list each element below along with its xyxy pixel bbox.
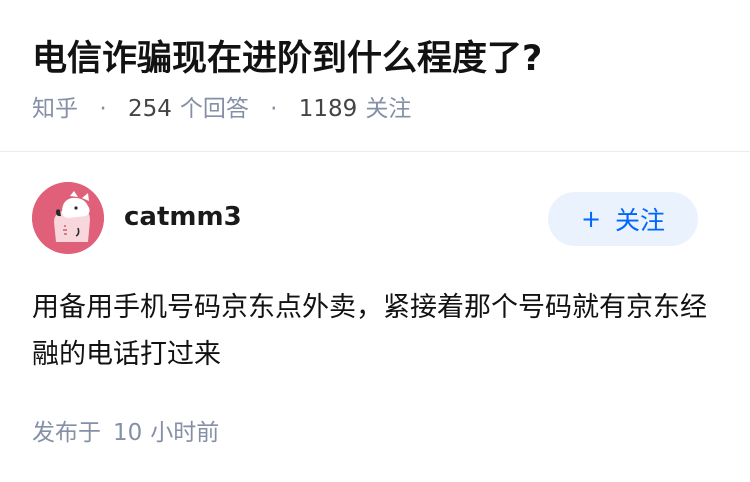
follower-count: 1189: [298, 96, 358, 122]
question-meta: 知乎 · 254 个回答 · 1189 关注: [32, 92, 411, 126]
answer-card: catmm3 + 关注 用备用手机号码京东点外卖，紧接着那个号码就有京东经融的电…: [0, 152, 750, 482]
plus-icon: +: [580, 205, 602, 233]
answer-count: 254: [127, 96, 172, 122]
publish-label: 发布于: [32, 420, 101, 446]
meta-separator: ·: [270, 96, 278, 122]
answer-content[interactable]: 用备用手机号码京东点外卖，紧接着那个号码就有京东经融的电话打过来: [32, 284, 712, 378]
source-label: 知乎: [32, 96, 78, 122]
follow-button[interactable]: + 关注: [548, 192, 698, 246]
question-header: 电信诈骗现在进阶到什么程度了? 知乎 · 254 个回答 · 1189 关注: [0, 0, 750, 152]
follow-button-label: 关注: [615, 206, 666, 235]
meta-separator: ·: [99, 96, 107, 122]
follower-count-label: 关注: [365, 96, 412, 122]
cat-avatar-icon: [32, 182, 104, 254]
question-title[interactable]: 电信诈骗现在进阶到什么程度了?: [32, 34, 542, 84]
publish-time-unit: 小时前: [150, 420, 220, 446]
answer-count-label: 个回答: [179, 96, 249, 122]
avatar[interactable]: [32, 182, 104, 254]
publish-time-number: 10: [113, 420, 143, 446]
publish-time[interactable]: 发布于 10 小时前: [32, 416, 219, 450]
author-name[interactable]: catmm3: [124, 198, 242, 236]
